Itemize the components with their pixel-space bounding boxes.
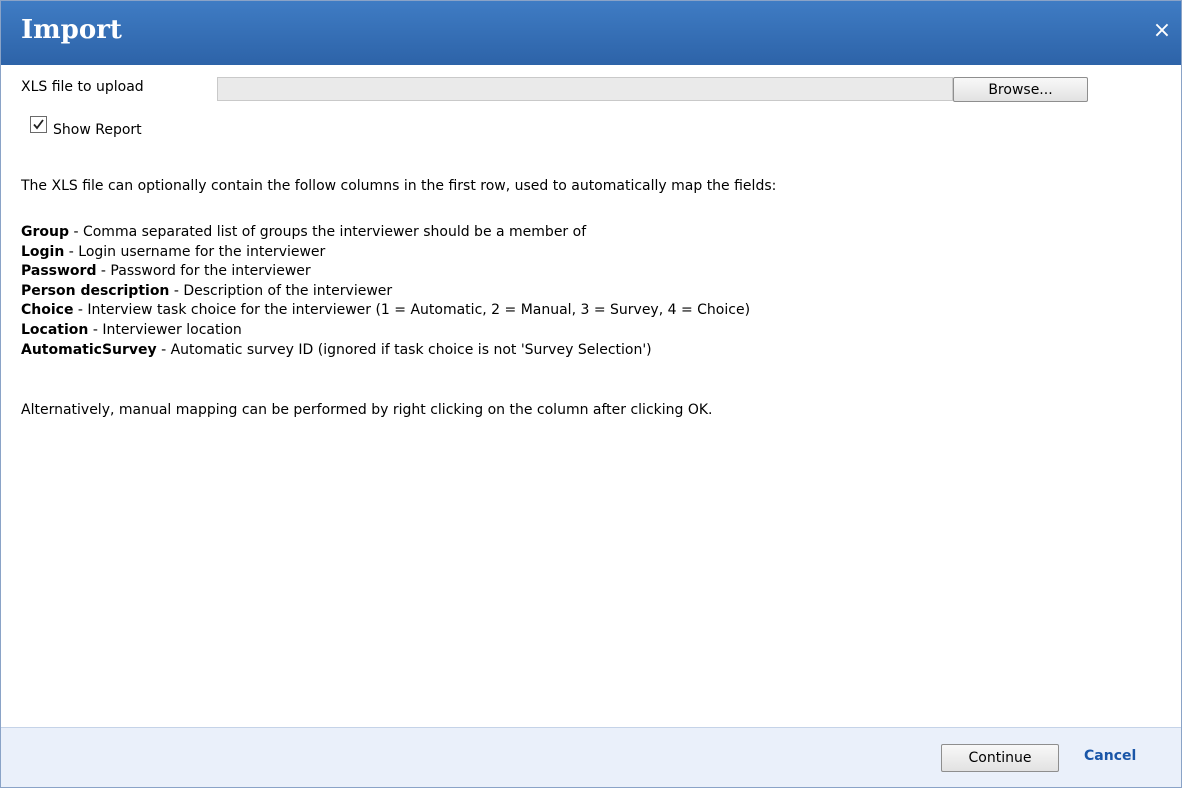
field-name: AutomaticSurvey xyxy=(21,341,157,358)
checkmark-icon xyxy=(33,119,44,130)
intro-text: The XLS file can optionally contain the … xyxy=(21,178,777,194)
close-icon[interactable]: × xyxy=(1149,17,1175,45)
upload-label: XLS file to upload xyxy=(21,79,144,95)
field-description: - Password for the interviewer xyxy=(96,263,311,280)
field-description: - Description of the interviewer xyxy=(169,282,393,299)
show-report-checkbox[interactable] xyxy=(30,116,47,133)
field-name: Group xyxy=(21,224,70,240)
import-dialog: Import × XLS file to upload Browse... Sh… xyxy=(0,0,1182,788)
field-description: - Automatic survey ID (ignored if task c… xyxy=(156,341,652,358)
dialog-titlebar: Import × xyxy=(1,1,1181,65)
field-name: Password xyxy=(21,263,97,280)
field-description: - Interviewer location xyxy=(88,321,242,338)
field-row: AutomaticSurvey - Automatic survey ID (i… xyxy=(21,341,750,361)
field-name: Login xyxy=(21,243,65,260)
field-row: Person description - Description of the … xyxy=(21,282,750,302)
cancel-link[interactable]: Cancel xyxy=(1084,748,1136,764)
field-list: Group - Comma separated list of groups t… xyxy=(21,223,750,360)
field-name: Choice xyxy=(21,302,74,319)
field-row: Password - Password for the interviewer xyxy=(21,262,750,282)
outro-text: Alternatively, manual mapping can be per… xyxy=(21,402,713,418)
show-report-label: Show Report xyxy=(53,122,142,138)
file-path-input[interactable] xyxy=(217,77,953,101)
field-row: Choice - Interview task choice for the i… xyxy=(21,301,750,321)
field-row: Location - Interviewer location xyxy=(21,321,750,341)
field-row: Login - Login username for the interview… xyxy=(21,243,750,263)
field-description: - Interview task choice for the intervie… xyxy=(73,302,751,319)
field-name: Location xyxy=(21,321,89,338)
field-row: Group - Comma separated list of groups t… xyxy=(21,223,750,243)
field-description: - Login username for the interviewer xyxy=(64,243,326,260)
browse-button[interactable]: Browse... xyxy=(953,77,1088,102)
field-description: - Comma separated list of groups the int… xyxy=(69,224,587,240)
continue-button[interactable]: Continue xyxy=(941,744,1059,772)
field-name: Person description xyxy=(21,282,170,299)
dialog-title: Import xyxy=(21,15,122,45)
